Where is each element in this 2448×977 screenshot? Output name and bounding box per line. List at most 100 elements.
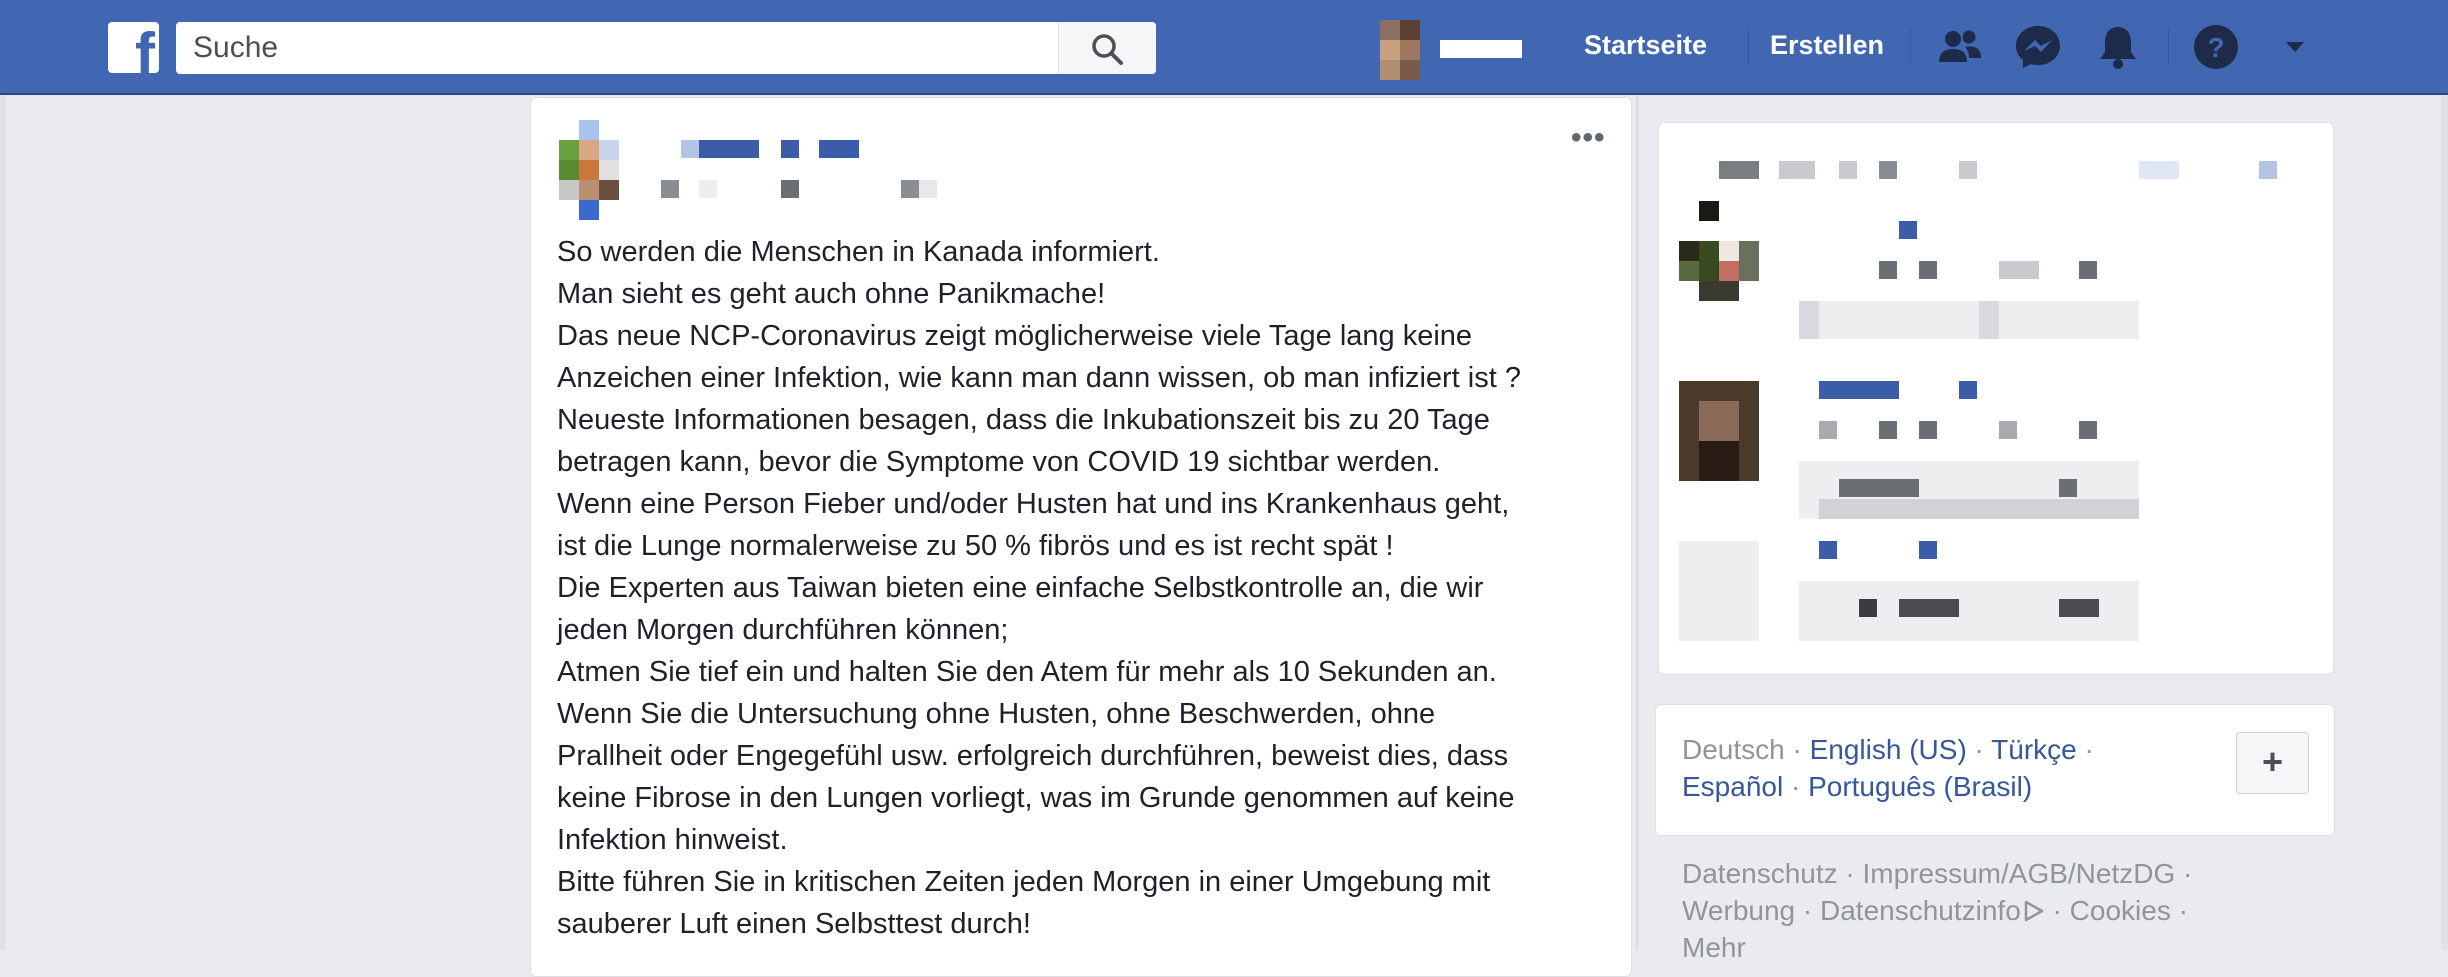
redacted-block [1899,221,1917,239]
post-text-line: Man sieht es geht auch ohne Panikmache! [557,278,1106,310]
redacted-block [1859,599,1877,617]
redacted-block [1959,161,1977,179]
feed-post: ••• So werden die Menschen in Kanada inf… [530,97,1632,977]
redacted-block [1959,381,1977,399]
author-name-redacted[interactable] [699,140,759,158]
page-edge [0,95,6,950]
post-text-line: Infektion hinweist. [557,824,788,856]
language-list: Deutsch · English (US) · Türkçe · Españo… [1682,734,2094,802]
language-link[interactable]: Português (Brasil) [1808,771,2032,802]
search-button[interactable] [1058,22,1156,74]
post-text-line: keine Fibrose in den Lungen vorliegt, wa… [557,782,1515,814]
language-selector-card: Deutsch · English (US) · Türkçe · Españo… [1655,704,2335,836]
notifications-icon[interactable] [2093,22,2143,72]
footer-line[interactable]: Werbung · Datenschutzinfo · Cookies · [1682,892,2242,929]
redacted-block [1819,421,1837,439]
redacted-block [1999,421,2017,439]
column-divider [1636,95,1638,950]
post-text-line: Prallheit oder Engegefühl usw. erfolgrei… [557,740,1509,772]
post-text-line: ist die Lunge normalerweise zu 50 % fibr… [557,530,1394,562]
post-text-line: Die Experten aus Taiwan bieten eine einf… [557,572,1484,604]
profile-avatar[interactable] [1380,20,1420,80]
footer-line[interactable]: Datenschutz · Impressum/AGB/NetzDG · [1682,855,2242,892]
post-text-line: So werden die Menschen in Kanada informi… [557,236,1160,268]
redacted-avatar [1679,541,1759,641]
svg-text:?: ? [2207,32,2224,63]
post-text-line: Wenn eine Person Fieber und/oder Husten … [557,488,1510,520]
redacted-block [2059,599,2099,617]
profile-name-redacted[interactable] [1440,40,1522,58]
post-text-line: Bitte führen Sie in kritischen Zeiten je… [557,866,1491,898]
more-languages-button[interactable]: + [2236,732,2309,794]
adchoices-icon[interactable] [2023,899,2045,923]
redacted-block [2079,421,2097,439]
nav-home-link[interactable]: Startseite [1584,30,1707,61]
redacted-block [1819,499,2139,519]
redacted-block [1839,479,1919,497]
page-edge [2441,95,2448,950]
language-link[interactable]: English (US) [1810,734,1967,765]
redacted-block [2259,161,2277,179]
nav-separator [2168,28,2169,66]
redacted-block [2059,479,2077,497]
redacted-block [1879,421,1897,439]
redacted-block [1879,161,1897,179]
redacted-block [1799,301,2139,339]
redacted-block [1839,161,1857,179]
redacted-block [1999,261,2039,279]
footer-links: Datenschutz · Impressum/AGB/NetzDG · Wer… [1682,855,2242,966]
post-text-line: sauberer Luft einen Selbsttest durch! [557,908,1031,940]
help-icon[interactable]: ? [2191,22,2241,72]
redacted-block [1699,401,1739,441]
redacted-block [1919,261,1937,279]
friends-icon[interactable] [1935,22,1985,72]
post-author-avatar[interactable] [559,120,619,220]
post-options-button[interactable]: ••• [1571,123,1615,153]
search-input[interactable] [176,22,1056,74]
sidebar-widget-redacted [1658,122,2334,675]
messenger-icon[interactable] [2013,22,2063,72]
post-meta-redacted [901,180,919,198]
post-meta-redacted [781,180,799,198]
redacted-block [2139,161,2179,179]
facebook-logo[interactable]: f [108,22,159,73]
redacted-block [1799,301,1819,339]
nav-separator [1748,28,1749,66]
dropdown-icon[interactable] [2270,22,2320,72]
post-text-line: Wenn Sie die Untersuchung ohne Husten, o… [557,698,1436,730]
redacted-block [1979,301,1999,339]
post-text-line: Anzeichen einer Infektion, wie kann man … [557,362,1521,394]
redacted-block [1779,161,1815,179]
redacted-block [1819,381,1899,399]
redacted-block [1899,599,1959,617]
post-body: So werden die Menschen in Kanada informi… [557,231,1617,945]
nav-separator [1910,28,1911,66]
author-name-redacted[interactable] [781,140,799,158]
post-meta-redacted [699,180,717,198]
post-meta-redacted [661,180,679,198]
footer-line[interactable]: Mehr [1682,929,2242,966]
post-text-line: betragen kann, bevor die Symptome von CO… [557,446,1441,478]
redacted-avatar [1679,201,1759,301]
nav-create-link[interactable]: Erstellen [1770,30,1884,61]
post-text-line: Atmen Sie tief ein und halten Sie den At… [557,656,1497,688]
language-link[interactable]: Español [1682,771,1783,802]
redacted-block [1919,541,1937,559]
redacted-block [2079,261,2097,279]
post-text-line: Das neue NCP-Coronavirus zeigt möglicher… [557,320,1473,352]
redacted-block [1699,441,1739,481]
redacted-block [1919,421,1937,439]
post-text-line: jeden Morgen durchführen können; [557,614,1009,646]
search-box [176,22,1156,74]
post-text-line: Neueste Informationen besagen, dass die … [557,404,1490,436]
top-navigation-bar: f Startseite Erstellen ? [0,0,2448,95]
redacted-block [1719,161,1759,179]
redacted-block [1879,261,1897,279]
post-meta-redacted [919,180,937,198]
search-icon [1092,34,1123,65]
author-name-redacted[interactable] [681,140,699,158]
redacted-block [1819,541,1837,559]
language-link[interactable]: Türkçe [1991,734,2077,765]
author-name-redacted[interactable] [819,140,859,158]
current-language: Deutsch [1682,734,1785,765]
